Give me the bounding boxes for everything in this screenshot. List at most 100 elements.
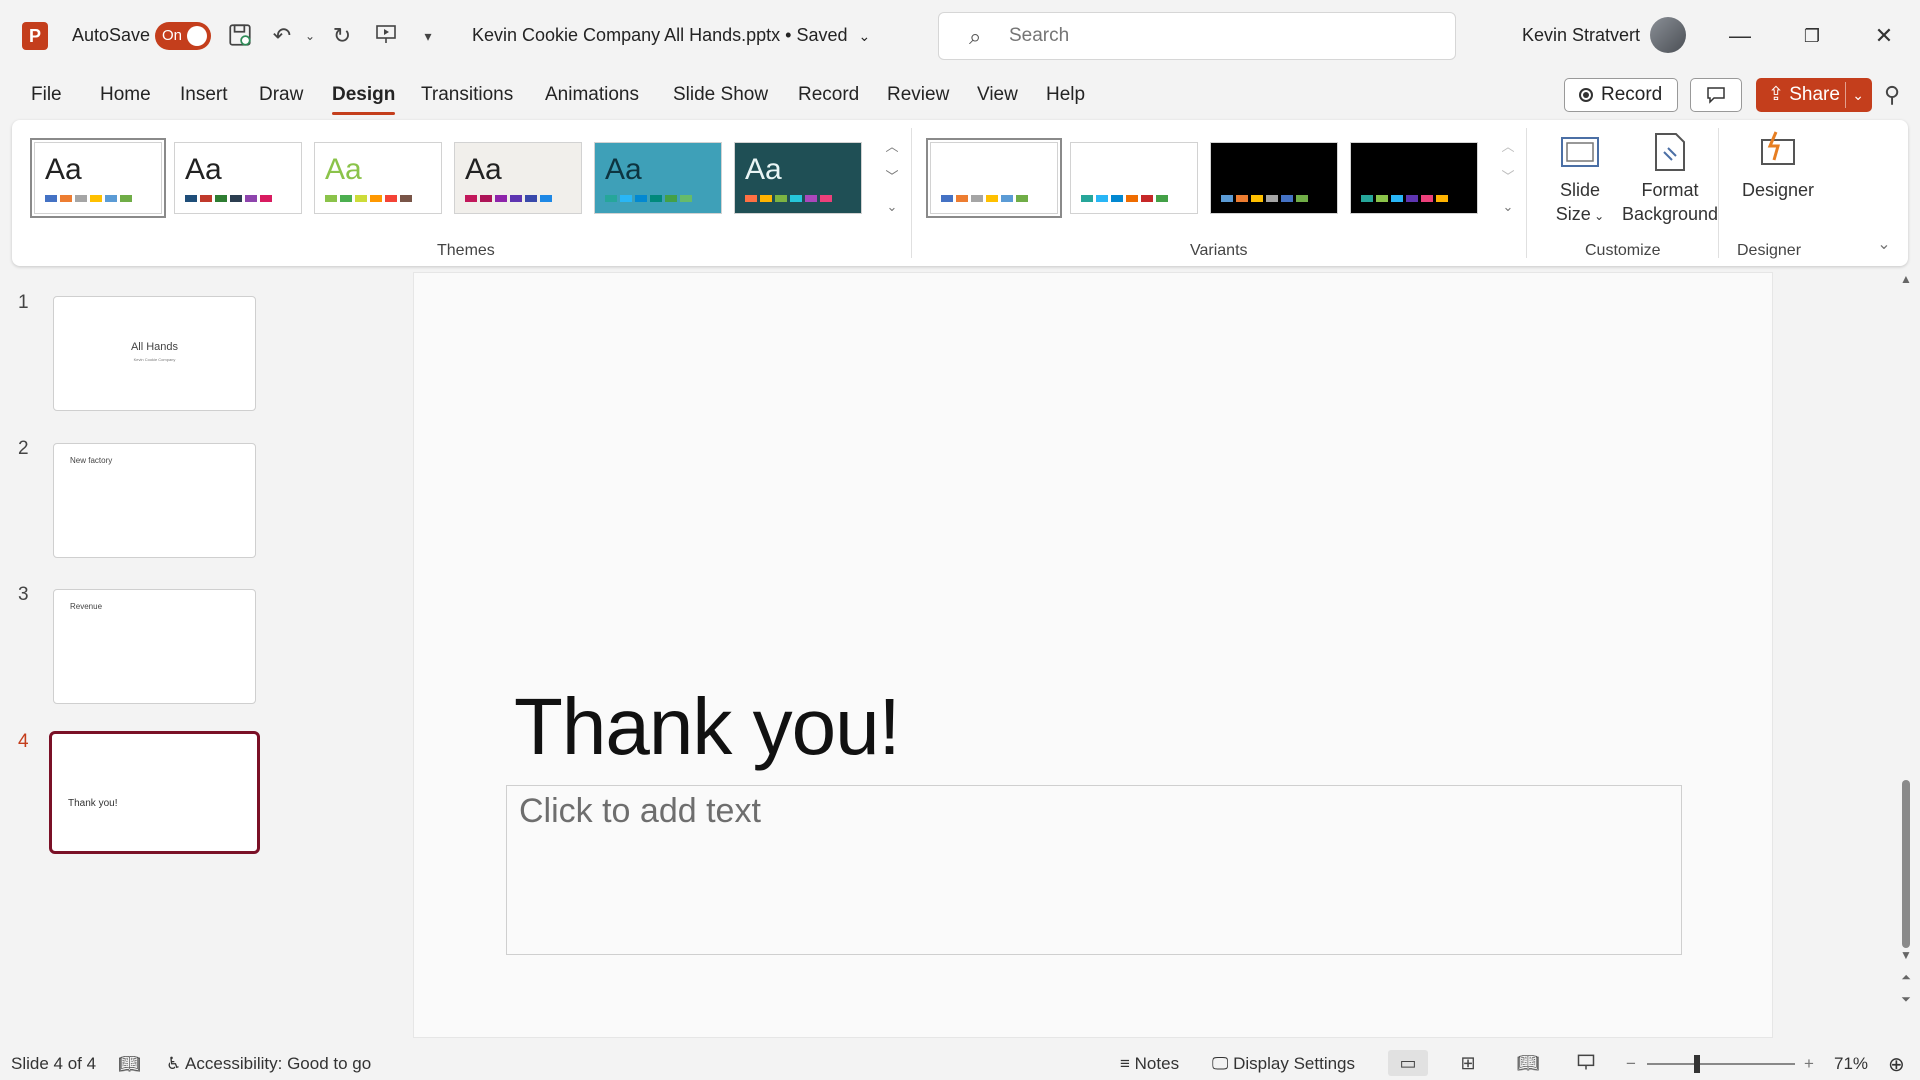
accessibility-status[interactable]: ♿︎ Accessibility: Good to go (166, 1054, 371, 1074)
color-swatch (465, 195, 477, 202)
color-swatch (650, 195, 662, 202)
search-input[interactable] (1009, 23, 1409, 49)
redo-icon[interactable]: ↻ (328, 22, 356, 50)
search-box[interactable]: ⌕ (938, 12, 1456, 60)
autosave-toggle[interactable]: On (155, 22, 211, 50)
variant-thumbnail[interactable] (1070, 142, 1198, 214)
tab-help[interactable]: Help (1046, 84, 1085, 106)
scroll-up-icon[interactable]: ▲ (1898, 272, 1914, 286)
tab-animations[interactable]: Animations (545, 84, 639, 106)
zoom-level[interactable]: 71% (1834, 1054, 1868, 1074)
fit-to-window-icon[interactable]: ⊕ (1888, 1052, 1905, 1077)
slide-thumbnail-1[interactable]: All Hands Kevin Cookie Company (53, 296, 256, 411)
color-swatch (510, 195, 522, 202)
gallery-scroll-down-icon[interactable]: ﹀ (882, 164, 902, 190)
tab-home[interactable]: Home (100, 84, 151, 106)
variant-thumbnail[interactable] (1350, 142, 1478, 214)
variants-scroll-down-icon[interactable]: ﹀ (1498, 164, 1518, 190)
next-slide-icon[interactable]: ⏷ (1898, 992, 1914, 1007)
tab-draw[interactable]: Draw (259, 84, 303, 106)
tab-review[interactable]: Review (887, 84, 949, 106)
slide-thumbnail-title: All Hands (130, 341, 179, 353)
gallery-more-icon[interactable]: ⌄ (882, 194, 902, 220)
variants-scroll-up-icon[interactable]: ︿ (1498, 134, 1518, 160)
theme-thumbnail[interactable]: Aa (30, 138, 166, 218)
previous-slide-icon[interactable]: ⏶ (1898, 970, 1914, 985)
customize-quick-access-icon[interactable]: ▾ (414, 22, 442, 50)
color-swatch (1126, 195, 1138, 202)
format-background-button[interactable]: Format Background (1620, 130, 1720, 226)
save-icon[interactable] (226, 22, 254, 50)
theme-color-swatches (465, 195, 552, 203)
color-swatch (635, 195, 647, 202)
tab-insert[interactable]: Insert (180, 84, 228, 106)
theme-color-swatches (605, 195, 692, 203)
collapse-ribbon-icon[interactable]: ⌄ (1874, 232, 1894, 258)
color-swatch (260, 195, 272, 202)
present-from-beginning-icon[interactable] (372, 22, 400, 50)
zoom-out-icon[interactable]: − (1626, 1054, 1636, 1074)
color-swatch (245, 195, 257, 202)
comments-button[interactable] (1690, 78, 1742, 112)
tab-slide-show[interactable]: Slide Show (673, 84, 768, 106)
record-button[interactable]: Record (1564, 78, 1678, 112)
tab-record[interactable]: Record (798, 84, 859, 106)
scroll-down-icon[interactable]: ▼ (1898, 948, 1914, 962)
zoom-in-icon[interactable]: + (1804, 1054, 1814, 1074)
tab-transitions[interactable]: Transitions (421, 84, 513, 106)
theme-thumbnail[interactable]: Aa (734, 142, 862, 214)
zoom-slider[interactable] (1647, 1063, 1795, 1065)
tab-view[interactable]: View (977, 84, 1018, 106)
zoom-slider-handle[interactable] (1694, 1055, 1700, 1073)
variant-thumbnail[interactable] (1210, 142, 1338, 214)
slide-title[interactable]: Thank you! (514, 681, 901, 773)
format-background-label-1: Format (1641, 180, 1699, 200)
color-swatch (1281, 195, 1293, 202)
theme-color-swatches (745, 195, 832, 203)
undo-dropdown-icon[interactable]: ⌄ (296, 22, 324, 50)
theme-thumbnail[interactable]: Aa (314, 142, 442, 214)
notes-button[interactable]: ≡ Notes (1120, 1054, 1179, 1074)
tab-design[interactable]: Design (332, 84, 396, 115)
variant-thumbnail[interactable] (926, 138, 1062, 218)
display-settings-button[interactable]: 🖵︎ Display Settings (1212, 1054, 1355, 1074)
scrollbar-thumb[interactable] (1902, 780, 1910, 948)
designer-button[interactable]: Designer (1728, 130, 1828, 202)
coauthor-icon[interactable]: ⚲ (1884, 82, 1900, 108)
color-swatch (340, 195, 352, 202)
slide-body-placeholder[interactable]: Click to add text (506, 785, 1682, 955)
vertical-scrollbar[interactable]: ▲ ▼ ⏶ ⏷ (1896, 272, 1916, 1042)
tab-file[interactable]: File (31, 84, 62, 106)
theme-thumbnail[interactable]: Aa (174, 142, 302, 214)
slide-thumbnail-3[interactable]: Revenue (53, 589, 256, 704)
gallery-scroll-up-icon[interactable]: ︿ (882, 134, 902, 160)
theme-thumbnail[interactable]: Aa (454, 142, 582, 214)
variants-more-icon[interactable]: ⌄ (1498, 194, 1518, 220)
avatar[interactable] (1650, 17, 1686, 53)
slide-canvas[interactable]: Thank you! Click to add text (413, 272, 1773, 1038)
chevron-down-icon[interactable]: ⌄ (1852, 78, 1864, 112)
color-swatch (75, 195, 87, 202)
undo-icon[interactable]: ↶ (268, 22, 296, 50)
share-button[interactable]: ⇪ Share ⌄ (1756, 78, 1872, 112)
close-icon[interactable]: ✕ (1864, 18, 1904, 54)
color-swatch (1391, 195, 1403, 202)
color-swatch (1016, 195, 1028, 202)
reading-view-icon[interactable]: 📖︎ (1508, 1050, 1548, 1076)
slide-size-button[interactable]: Slide Size ⌄ (1540, 130, 1620, 228)
user-name[interactable]: Kevin Stratvert (1522, 25, 1640, 46)
color-swatch (1376, 195, 1388, 202)
document-title[interactable]: Kevin Cookie Company All Hands.pptx • Sa… (472, 25, 870, 46)
restore-icon[interactable]: ❐ (1792, 18, 1832, 54)
slide-sorter-icon[interactable]: ⊞ (1448, 1050, 1488, 1076)
slide-thumbnail-2[interactable]: New factory (53, 443, 256, 558)
theme-thumbnail[interactable]: Aa (594, 142, 722, 214)
slide-thumbnail-4[interactable]: Thank you! (49, 731, 260, 854)
theme-color-swatches (45, 195, 132, 203)
slide-show-view-icon[interactable] (1566, 1050, 1606, 1076)
spelling-check-icon[interactable]: 📖︎ (118, 1054, 141, 1075)
normal-view-icon[interactable]: ▭ (1388, 1050, 1428, 1076)
minimize-icon[interactable]: — (1720, 18, 1760, 54)
comment-icon (1706, 85, 1726, 105)
ribbon: ︿ ﹀ ⌄ Themes ︿ ﹀ ⌄ Variants Slide Size ⌄… (12, 120, 1908, 266)
